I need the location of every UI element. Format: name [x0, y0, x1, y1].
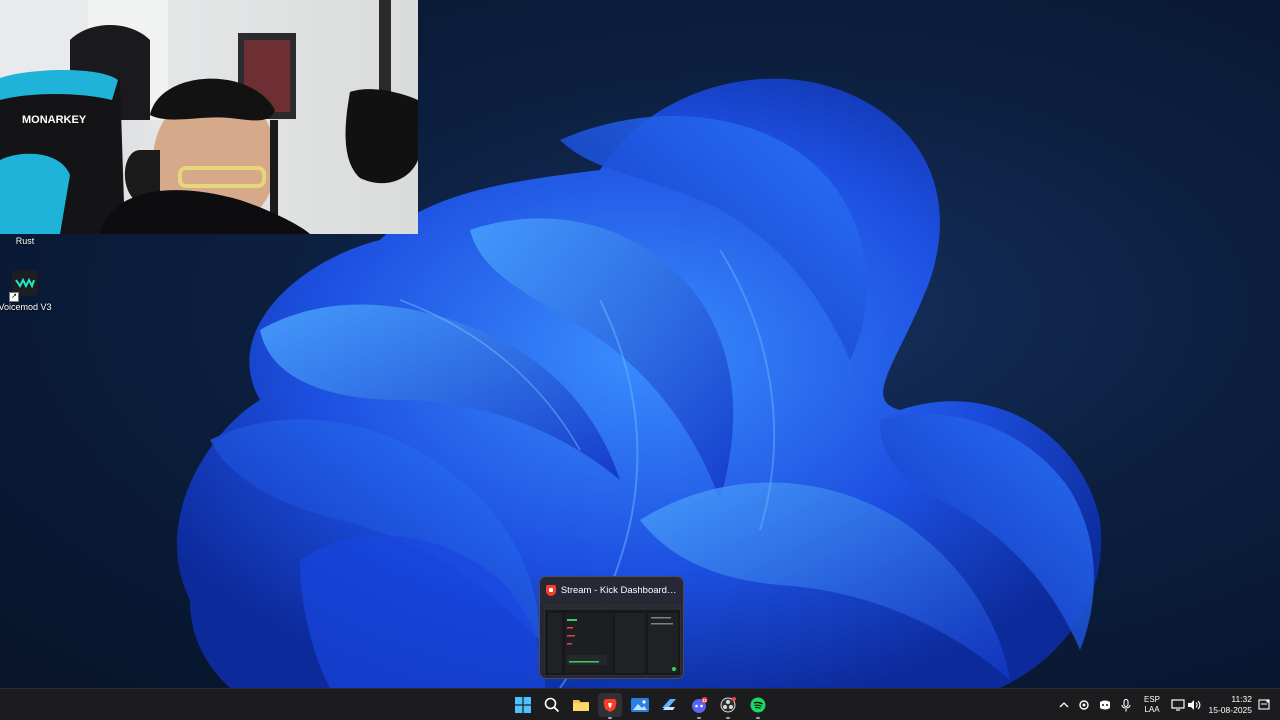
tray-gear-icon	[1079, 700, 1089, 710]
brave-browser-icon	[546, 584, 556, 596]
spotify-icon	[750, 697, 766, 713]
spotify-button[interactable]	[746, 693, 770, 719]
microphone-icon	[1121, 698, 1131, 711]
start-button[interactable]	[511, 693, 535, 717]
running-indicator	[726, 717, 730, 719]
taskbar-thumbnail-preview[interactable]: Stream - Kick Dashboard -...	[539, 576, 684, 679]
preview-window-title: Stream - Kick Dashboard -...	[560, 584, 677, 596]
photos-button[interactable]	[628, 693, 652, 717]
shortcut-arrow-icon: ↗	[9, 292, 19, 302]
input-language-indicator[interactable]: ESP LAA	[1140, 695, 1164, 715]
chair-brand-text: MONARKEY	[22, 114, 87, 126]
volume-button[interactable]	[1182, 693, 1206, 717]
folder-icon	[573, 700, 589, 711]
windows-logo-icon	[515, 697, 531, 713]
keyboard-layout: LAA	[1144, 705, 1160, 714]
obs-studio-button[interactable]	[716, 693, 740, 719]
steam-button[interactable]	[657, 693, 681, 717]
preview-thumbnail[interactable]	[544, 604, 681, 676]
system-clock[interactable]: 11:32 15-08-2025	[1209, 694, 1252, 716]
steam-icon	[662, 699, 676, 710]
notification-bell-icon	[1258, 699, 1270, 710]
voicemod-icon: ↗	[9, 270, 38, 302]
file-explorer-button[interactable]	[569, 693, 593, 717]
search-button[interactable]	[540, 693, 564, 717]
desktop-icon-label: Voicemod V3	[0, 302, 52, 312]
obs-icon	[720, 697, 736, 713]
notifications-button[interactable]	[1252, 693, 1276, 717]
discord-tray-icon	[1100, 700, 1110, 710]
running-indicator	[608, 717, 612, 719]
desktop-icon-rust[interactable]: Rust	[0, 234, 53, 246]
clock-date: 15-08-2025	[1208, 705, 1252, 715]
speaker-icon	[1188, 700, 1201, 710]
discord-badge: 11	[702, 698, 707, 703]
desktop-icon-label: Rust	[15, 236, 35, 246]
brave-browser-button[interactable]	[598, 693, 622, 719]
discord-icon: 11	[692, 697, 708, 713]
photos-icon	[631, 698, 649, 712]
running-indicator	[697, 717, 701, 719]
discord-button[interactable]: 11	[687, 693, 711, 719]
running-indicator	[756, 717, 760, 719]
clock-time: 11:32	[1231, 694, 1252, 704]
desktop: MONARKEY Rust ↗ Voicemod V3 Stream - Kic…	[0, 0, 1280, 688]
microphone-button[interactable]	[1114, 693, 1138, 717]
chevron-up-icon	[1059, 702, 1069, 708]
taskbar: 11 ESP LAA 11:32 15-08-2025	[0, 688, 1280, 720]
search-icon	[544, 697, 560, 713]
desktop-icon-voicemod[interactable]: ↗ Voicemod V3	[0, 270, 53, 312]
webcam-scene: MONARKEY	[0, 0, 418, 234]
webcam-overlay: MONARKEY	[0, 0, 418, 234]
brave-icon	[603, 699, 617, 712]
language-code: ESP	[1143, 695, 1160, 704]
